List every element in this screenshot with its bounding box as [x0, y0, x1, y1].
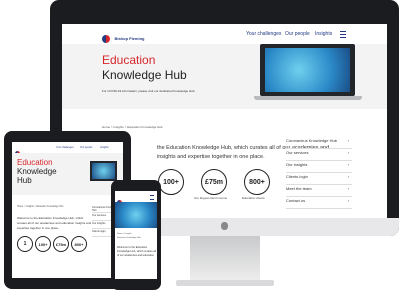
phone-breadcrumb-current: Education Knowledge Hub — [117, 237, 141, 239]
phone-hamburger-icon[interactable] — [150, 195, 154, 200]
stat-circle-income: £75m — [201, 169, 227, 195]
tablet-breadcrumb: Home > Insights > Education Knowledge Hu… — [17, 206, 64, 208]
phone-hero-image — [115, 202, 157, 228]
phone-screen: Bishop Fleming Home > Insights Education… — [115, 191, 157, 279]
phone-breadcrumb: Home > Insights — [117, 233, 132, 235]
tablet-nav-insights[interactable]: Insights — [100, 146, 109, 150]
nav-link-challenges[interactable]: Your challenges — [246, 32, 281, 37]
tablet-title-line3: Hub — [17, 176, 32, 185]
tablet-stat-circle-4: 800+ — [71, 236, 87, 252]
breadcrumb: Home > Insights > Education Knowledge Hu… — [102, 125, 163, 129]
intro-line2: insights and expertise together in one p… — [157, 154, 265, 160]
stat-label-clients: Education clients — [242, 196, 265, 200]
hero-title-line2: Knowledge Hub — [102, 68, 187, 82]
tablet-stat-circle-2: 100+ — [35, 236, 51, 252]
tablet-intro-line3: expertise together in one place. — [17, 226, 59, 230]
hero-covid-note[interactable]: For COVID-19 information, please visit o… — [102, 90, 195, 93]
sidebar-item-contact[interactable]: Contact us › — [286, 198, 352, 209]
apple-logo-icon — [221, 222, 228, 230]
tablet-intro-line1: Welcome to the Education Knowledge Hub, … — [17, 216, 84, 220]
breadcrumb-current: Education Knowledge Hub — [127, 125, 163, 129]
breadcrumb-home[interactable]: Home — [102, 125, 110, 129]
tablet-hero-image — [90, 161, 117, 181]
sidebar-item-insights[interactable]: Our insights › — [286, 162, 352, 173]
hero-title-line1: Education — [102, 53, 156, 67]
monitor-stand — [190, 236, 260, 282]
tablet-nav-people[interactable]: Our people — [80, 146, 92, 150]
sidebar-item-services[interactable]: Our services › — [286, 150, 352, 161]
stat-circle-clients: 800+ — [244, 169, 270, 195]
stat-label-income: Our largest client income — [194, 196, 228, 200]
monitor-base — [176, 280, 274, 286]
stat-circle-academies: 100+ — [158, 169, 184, 195]
hamburger-icon[interactable] — [340, 31, 346, 38]
sidebar-item-coronavirus[interactable]: Coronavirus Knowledge Hub › — [286, 138, 352, 149]
hero-image-laptop-base — [254, 96, 362, 100]
tablet-screen: Bishop Fleming Your challenges Our peopl… — [12, 142, 123, 278]
tablet-intro-line2: curates all of our academies and educati… — [17, 221, 92, 225]
phone-intro-line3: of our academies and education — [117, 254, 154, 257]
tablet-title-line1: Education — [17, 158, 53, 167]
brand-logo-icon — [102, 34, 110, 43]
sidebar-item-clients-login[interactable]: Clients login › — [286, 174, 352, 185]
tablet-nav-challenges[interactable]: Your challenges — [56, 146, 74, 150]
breadcrumb-insights[interactable]: Insights — [113, 125, 123, 129]
brand-name: Bishop Fleming — [114, 35, 145, 41]
nav-link-people[interactable]: Our people — [285, 32, 310, 37]
sidebar-item-team[interactable]: Meet the team › — [286, 186, 352, 197]
hero-image-laptop — [260, 44, 355, 96]
tablet-stat-circle-3: £75m — [53, 236, 69, 252]
tablet-stat-circle-1: 1 — [17, 236, 33, 252]
tablet-title-line2: Knowledge — [17, 167, 57, 176]
nav-link-insights[interactable]: Insights — [315, 32, 332, 37]
sidebar-menu: Coronavirus Knowledge Hub › Our services ›… — [286, 138, 352, 218]
